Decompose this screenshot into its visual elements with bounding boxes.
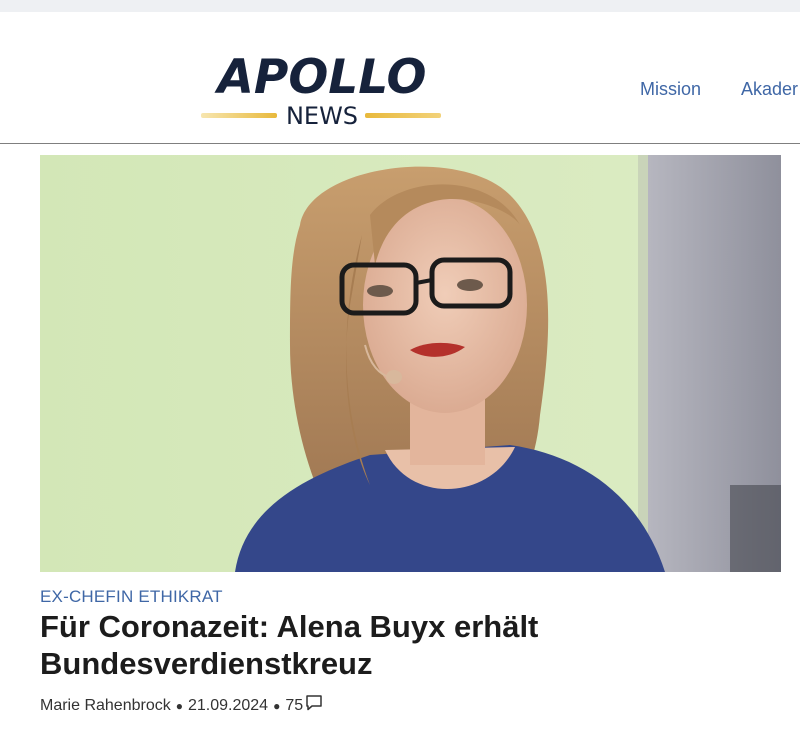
article-meta: Marie Rahenbrock ● 21.09.2024 ● 75 [40, 694, 323, 718]
comment-count[interactable]: 75 [285, 697, 303, 714]
article-date: 21.09.2024 [187, 697, 269, 714]
main-nav: Mission Akader [0, 77, 800, 101]
header-divider [0, 143, 800, 144]
portrait-photo [40, 155, 781, 572]
site-header: APOLLO NEWS Mission Akader [0, 12, 800, 144]
nav-item-mission[interactable]: Mission [640, 77, 701, 101]
browser-top-strip [0, 0, 800, 12]
article-category[interactable]: EX-CHEFIN ETHIKRAT [40, 586, 223, 608]
article-hero-image[interactable] [40, 155, 781, 572]
logo-gold-bar-right [365, 113, 441, 118]
article-headline[interactable]: Für Coronazeit: Alena Buyx erhält Bundes… [40, 608, 740, 682]
meta-separator: ● [175, 699, 183, 713]
nav-item-akademie[interactable]: Akader [741, 77, 798, 101]
comment-icon[interactable] [305, 694, 323, 718]
article-author[interactable]: Marie Rahenbrock [40, 697, 171, 714]
meta-separator: ● [273, 699, 281, 713]
